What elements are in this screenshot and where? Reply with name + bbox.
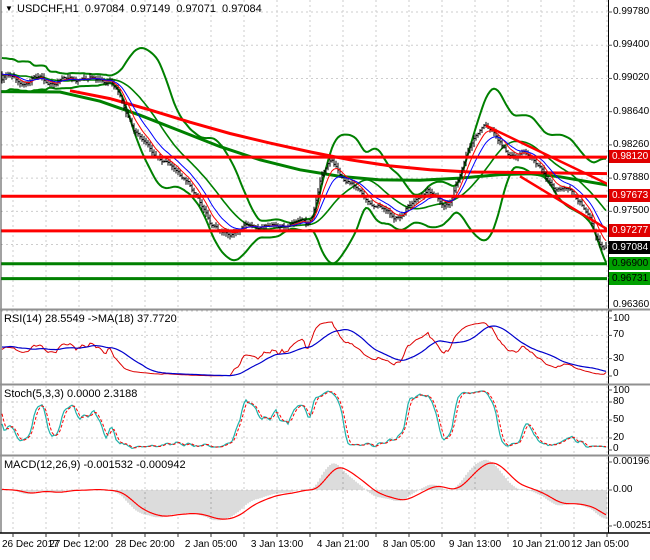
mt4-chart-window: ▼ USDCHF,H1 0.97084 0.97149 0.97071 0.97084 …	[0, 0, 650, 560]
rsi-panel[interactable]	[0, 311, 608, 383]
macd-panel[interactable]	[0, 457, 608, 532]
stoch-panel[interactable]	[0, 386, 608, 455]
main-chart-panel[interactable]	[0, 0, 608, 308]
chart-menu-arrow-icon[interactable]: ▼	[5, 4, 13, 13]
